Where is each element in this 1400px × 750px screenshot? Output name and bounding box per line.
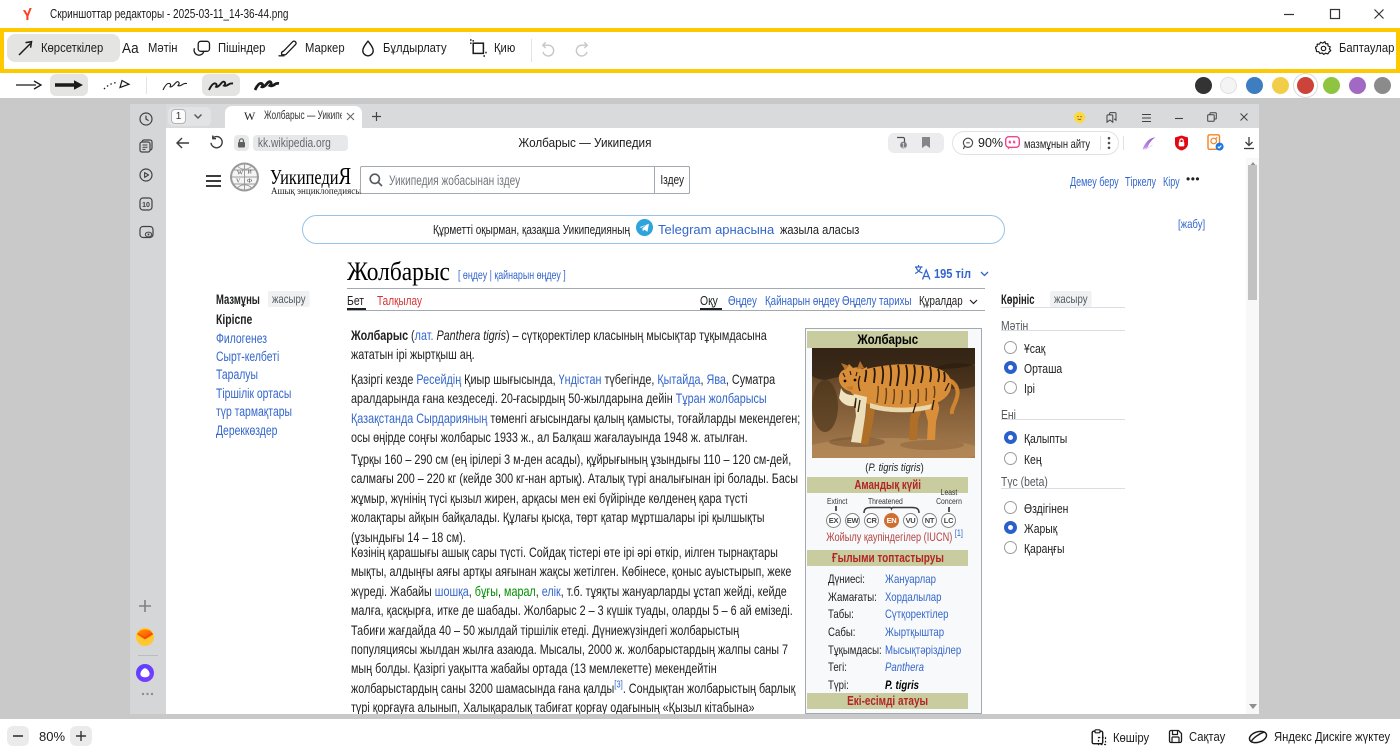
svg-text:1: 1 bbox=[902, 142, 906, 149]
svg-text:Ф: Ф bbox=[247, 178, 252, 185]
svg-text:V: V bbox=[236, 179, 241, 185]
svg-text:И: И bbox=[248, 170, 253, 176]
svg-text:10: 10 bbox=[142, 202, 150, 209]
svg-text:W: W bbox=[237, 170, 244, 177]
